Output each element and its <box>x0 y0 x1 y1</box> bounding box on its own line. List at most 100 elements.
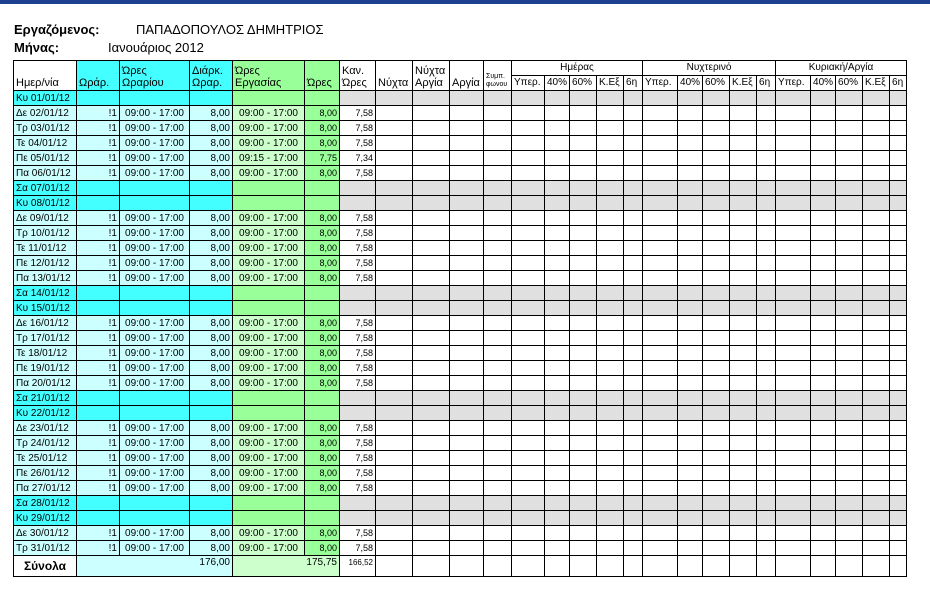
cell-empty[interactable] <box>483 435 512 451</box>
cell-empty[interactable] <box>702 135 731 151</box>
cell-work-hours[interactable] <box>232 285 305 301</box>
cell-empty[interactable] <box>862 390 891 406</box>
cell-empty[interactable] <box>702 195 731 211</box>
cell-empty[interactable] <box>642 525 679 541</box>
cell-empty[interactable] <box>339 90 376 106</box>
cell-empty[interactable] <box>449 195 484 211</box>
cell-empty[interactable] <box>889 315 908 331</box>
cell-empty[interactable] <box>889 90 908 106</box>
cell-schedule-hours[interactable] <box>119 390 190 406</box>
cell-empty[interactable] <box>677 270 704 286</box>
cell-empty[interactable] <box>412 210 450 226</box>
cell-hours[interactable] <box>304 495 340 511</box>
cell-empty[interactable] <box>375 390 413 406</box>
cell-schedule-duration[interactable]: 8,00 <box>189 450 233 466</box>
cell-empty[interactable] <box>729 525 758 541</box>
cell-empty[interactable] <box>835 495 864 511</box>
cell-empty[interactable] <box>677 330 704 346</box>
cell-empty[interactable] <box>677 240 704 256</box>
cell-empty[interactable] <box>729 90 758 106</box>
cell-empty[interactable] <box>412 510 450 526</box>
cell-empty[interactable] <box>511 135 545 151</box>
cell-empty[interactable] <box>511 360 545 376</box>
cell-empty[interactable] <box>375 195 413 211</box>
cell-work-hours[interactable] <box>232 300 305 316</box>
cell-empty[interactable] <box>375 150 413 166</box>
cell-empty[interactable] <box>623 510 644 526</box>
cell-date[interactable]: Πα 27/01/12 <box>13 480 77 496</box>
cell-empty[interactable] <box>756 90 777 106</box>
cell-empty[interactable] <box>775 405 812 421</box>
cell-empty[interactable] <box>543 420 571 436</box>
cell-empty[interactable] <box>375 120 413 136</box>
cell-empty[interactable] <box>756 120 777 136</box>
cell-normal-hours[interactable]: 7,58 <box>339 120 376 136</box>
cell-empty[interactable] <box>702 375 731 391</box>
cell-empty[interactable] <box>449 105 484 121</box>
cell-empty[interactable] <box>775 330 812 346</box>
cell-schedule[interactable] <box>76 180 120 196</box>
cell-empty[interactable] <box>729 270 758 286</box>
cell-empty[interactable] <box>511 330 545 346</box>
cell-empty[interactable] <box>810 330 837 346</box>
cell-empty[interactable] <box>623 210 644 226</box>
cell-empty[interactable] <box>835 90 864 106</box>
cell-empty[interactable] <box>642 435 679 451</box>
cell-empty[interactable] <box>835 120 864 136</box>
cell-schedule-hours[interactable]: 09:00 - 17:00 <box>119 375 190 391</box>
cell-schedule-hours[interactable]: 09:00 - 17:00 <box>119 135 190 151</box>
cell-empty[interactable] <box>756 495 777 511</box>
cell-empty[interactable] <box>642 315 679 331</box>
cell-work-hours[interactable]: 09:00 - 17:00 <box>232 225 305 241</box>
cell-empty[interactable] <box>835 480 864 496</box>
cell-empty[interactable] <box>483 180 512 196</box>
cell-empty[interactable] <box>756 420 777 436</box>
cell-schedule[interactable]: !1 <box>76 225 120 241</box>
cell-empty[interactable] <box>756 390 777 406</box>
cell-empty[interactable] <box>623 390 644 406</box>
cell-work-hours[interactable] <box>232 510 305 526</box>
cell-empty[interactable] <box>889 120 908 136</box>
cell-empty[interactable] <box>642 540 679 556</box>
cell-schedule-hours[interactable]: 09:00 - 17:00 <box>119 450 190 466</box>
cell-schedule[interactable]: !1 <box>76 330 120 346</box>
cell-empty[interactable] <box>702 450 731 466</box>
cell-empty[interactable] <box>677 420 704 436</box>
cell-empty[interactable] <box>511 255 545 271</box>
cell-empty[interactable] <box>677 315 704 331</box>
cell-schedule[interactable] <box>76 90 120 106</box>
cell-empty[interactable] <box>702 495 731 511</box>
cell-date[interactable]: Δε 23/01/12 <box>13 420 77 436</box>
cell-empty[interactable] <box>775 285 812 301</box>
cell-empty[interactable] <box>511 435 545 451</box>
cell-empty[interactable] <box>835 345 864 361</box>
cell-empty[interactable] <box>543 255 571 271</box>
cell-schedule-hours[interactable] <box>119 180 190 196</box>
cell-work-hours[interactable]: 09:00 - 17:00 <box>232 315 305 331</box>
cell-empty[interactable] <box>642 495 679 511</box>
cell-empty[interactable] <box>729 210 758 226</box>
cell-schedule-duration[interactable]: 8,00 <box>189 255 233 271</box>
cell-hours[interactable]: 8,00 <box>304 345 340 361</box>
cell-empty[interactable] <box>623 105 644 121</box>
cell-date[interactable]: Πα 20/01/12 <box>13 375 77 391</box>
cell-empty[interactable] <box>623 360 644 376</box>
cell-empty[interactable] <box>810 225 837 241</box>
cell-empty[interactable] <box>569 210 598 226</box>
cell-empty[interactable] <box>810 510 837 526</box>
cell-empty[interactable] <box>412 465 450 481</box>
cell-empty[interactable] <box>412 105 450 121</box>
cell-empty[interactable] <box>623 195 644 211</box>
cell-empty[interactable] <box>775 225 812 241</box>
cell-empty[interactable] <box>483 375 512 391</box>
cell-empty[interactable] <box>543 390 571 406</box>
cell-schedule-duration[interactable]: 8,00 <box>189 150 233 166</box>
cell-empty[interactable] <box>775 150 812 166</box>
cell-empty[interactable] <box>862 120 891 136</box>
cell-empty[interactable] <box>569 390 598 406</box>
cell-empty[interactable] <box>729 225 758 241</box>
cell-empty[interactable] <box>339 390 376 406</box>
cell-empty[interactable] <box>449 135 484 151</box>
cell-schedule[interactable]: !1 <box>76 420 120 436</box>
cell-empty[interactable] <box>810 90 837 106</box>
